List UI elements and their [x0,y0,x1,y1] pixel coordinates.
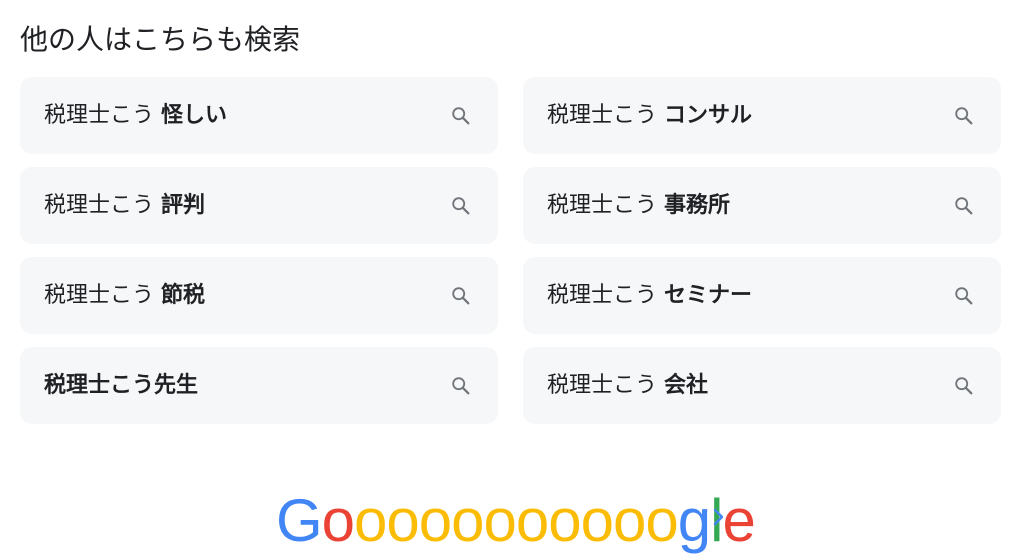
search-icon [448,373,474,399]
logo-letter: o [321,487,355,554]
logo-letter: o [386,487,419,554]
people-also-search-section: 他の人はこちらも検索 税理士こう 怪しい 税理士こう コンサル 税理士こう 評判… [0,0,1024,555]
suggestion-suffix: 評判 [161,192,206,218]
search-icon [951,283,977,309]
suggestion-suffix: 事務所 [664,192,731,218]
search-icon [951,373,977,399]
logo-letter: G [276,487,323,554]
suggestion-chip[interactable]: 税理士こう コンサル [523,77,1001,154]
logo-letter: o [451,487,484,554]
suggestion-chip[interactable]: 税理士こう先生 [20,347,498,424]
suggestion-label: 税理士こう セミナー [547,281,951,311]
suggestion-prefix: 税理士こう [547,102,664,128]
logo-letter: o [483,487,517,554]
logo-letter: o [645,487,678,554]
suggestion-suffix: 先生 [154,372,199,398]
next-page-link[interactable] [706,504,732,534]
suggestion-prefix: 税理士こう [44,372,155,398]
pagination: Gooooooooooogle [0,486,1024,555]
search-icon [448,103,474,129]
suggestion-suffix: 会社 [664,372,709,398]
search-icon [448,193,474,219]
suggestion-chip[interactable]: 税理士こう 怪しい [20,77,498,154]
logo-letter: o [354,487,387,554]
logo-letter: o [613,487,646,554]
search-icon [951,103,977,129]
section-title: 他の人はこちらも検索 [20,23,301,56]
suggestion-suffix: セミナー [664,282,753,308]
suggestion-prefix: 税理士こう [44,102,161,128]
suggestion-label: 税理士こう コンサル [547,101,951,131]
suggestion-prefix: 税理士こう [547,282,664,308]
google-pagination-logo: Gooooooooooogle [276,486,756,555]
suggestion-chip[interactable]: 税理士こう 事務所 [523,167,1001,244]
suggestion-suffix: 怪しい [161,102,228,128]
suggestion-chip[interactable]: 税理士こう 節税 [20,257,498,334]
logo-letter: o [548,487,581,554]
suggestion-chip[interactable]: 税理士こう セミナー [523,257,1001,334]
logo-letter: o [580,487,614,554]
suggestion-prefix: 税理士こう [44,192,161,218]
suggestion-label: 税理士こう 怪しい [44,101,448,131]
search-icon [448,283,474,309]
suggestion-label: 税理士こう 節税 [44,281,448,311]
suggestion-label: 税理士こう 会社 [547,371,951,401]
suggestion-label: 税理士こう 評判 [44,191,448,221]
chevron-right-icon [712,506,726,532]
suggestion-suffix: コンサル [664,102,753,128]
suggestion-chip[interactable]: 税理士こう 評判 [20,167,498,244]
suggestion-prefix: 税理士こう [44,282,161,308]
search-icon [951,193,977,219]
suggestion-grid: 税理士こう 怪しい 税理士こう コンサル 税理士こう 評判 税理士こう 事務所 … [20,77,1001,424]
suggestion-chip[interactable]: 税理士こう 会社 [523,347,1001,424]
suggestion-label: 税理士こう 事務所 [547,191,951,221]
suggestion-prefix: 税理士こう [547,372,664,398]
suggestion-label: 税理士こう先生 [44,371,448,401]
logo-letter: o [418,487,452,554]
suggestion-suffix: 節税 [161,282,206,308]
suggestion-prefix: 税理士こう [547,192,664,218]
logo-letter: o [515,487,549,554]
